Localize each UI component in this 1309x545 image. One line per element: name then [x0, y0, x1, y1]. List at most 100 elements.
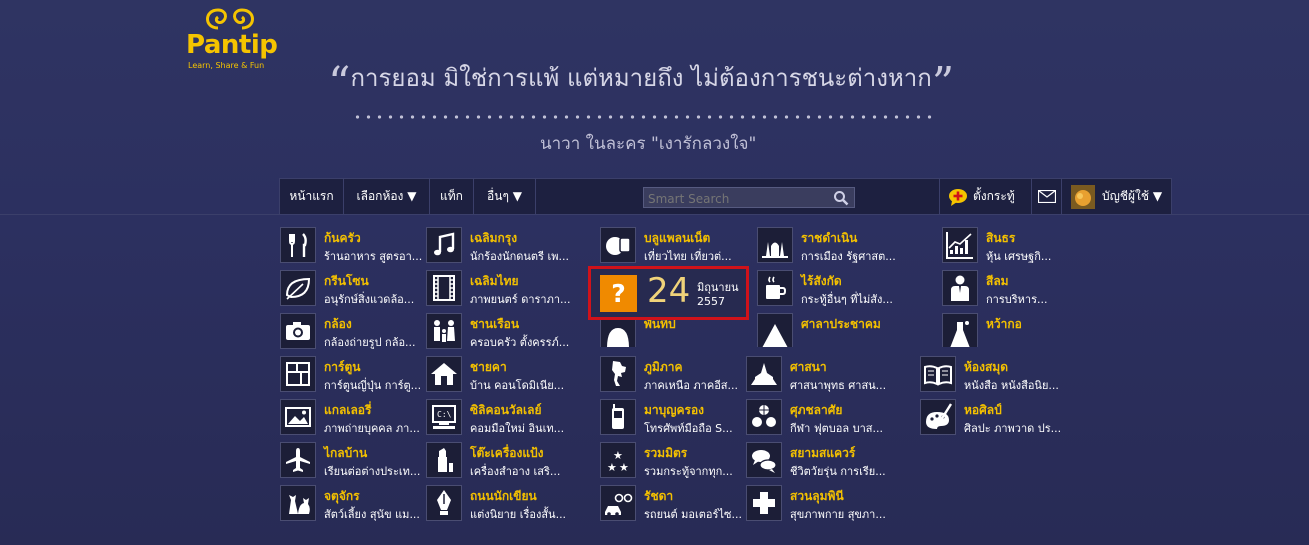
room-ho-sin[interactable]: หอศิลป์ ศิลปะ ภาพวาด ปร...	[920, 399, 1065, 435]
room-thanon-nak-khian[interactable]: ถนนนักเขียน แต่งนิยาย เรื่องสั้น...	[426, 485, 571, 521]
room-blue-planet[interactable]: บลูแพลนเน็ต เที่ยวไทย เที่ยวต่...	[600, 227, 745, 263]
room-ratchadamnoen[interactable]: ราชดำเนิน การเมือง รัฐศาสต...	[757, 227, 902, 263]
room-kon-krua[interactable]: ก้นครัว ร้านอาหาร สูตรอา...	[280, 227, 425, 263]
logo-eyes-icon	[206, 8, 254, 30]
room-ratchada[interactable]: รัชดา รถยนต์ มอเตอร์ไซ...	[600, 485, 745, 521]
room-chatuchak[interactable]: จตุจักร สัตว์เลี้ยง สุนัข แม...	[280, 485, 425, 521]
room-gallery[interactable]: แกลเลอรี่ ภาพถ่ายบุคคล ภา...	[280, 399, 425, 435]
room-name: การ์ตูน	[324, 360, 361, 374]
room-desc: สุขภาพกาย สุขภา...	[790, 508, 886, 521]
house-icon	[426, 356, 462, 392]
nav-tags[interactable]: แท็ก	[430, 179, 474, 214]
room-chaloem-krung[interactable]: เฉลิมกรุง นักร้องนักดนตรี เพ...	[426, 227, 571, 263]
room-desc: ศาสนาพุทธ ศาสน...	[790, 379, 887, 392]
date-day: 24	[647, 271, 691, 311]
room-name: โต๊ะเครื่องแป้ง	[470, 446, 544, 460]
room-chai-kha[interactable]: ชายคา บ้าน คอนโดมิเนีย...	[426, 356, 571, 392]
science-icon	[942, 313, 978, 347]
computer-icon: C:\	[426, 399, 462, 435]
room-sala-prachakhom[interactable]: ศาลาประชาคม	[757, 313, 902, 347]
room-name: ซิลิคอนวัลเลย์	[470, 403, 542, 417]
music-note-icon	[426, 227, 462, 263]
room-ruam-mit[interactable]: ★ ★ ★ รวมมิตร รวมกระทู้จากทุก...	[600, 442, 745, 478]
svg-text:★: ★	[607, 461, 617, 474]
quote-open-mark: “	[328, 58, 351, 109]
room-name: ชานเรือน	[470, 317, 520, 331]
svg-text:C:\: C:\	[437, 410, 452, 419]
room-desc: คอมมือใหม่ อินเท...	[470, 422, 565, 435]
business-man-icon	[942, 270, 978, 306]
nav-messages[interactable]	[1031, 179, 1061, 214]
speech-bubbles-icon	[746, 442, 782, 478]
room-satsana[interactable]: ศาสนา ศาสนาพุทธ ศาสน...	[746, 356, 891, 392]
room-desc: หุ้น เศรษฐกิ...	[986, 250, 1052, 263]
search-icon[interactable]	[833, 190, 849, 206]
avatar	[1071, 185, 1095, 209]
room-name: ห้องสมุด	[964, 360, 1009, 374]
nav-post-topic[interactable]: ตั้งกระทู้	[939, 179, 1031, 214]
room-klai-baan[interactable]: ไกลบ้าน เรียนต่อต่างประเท...	[280, 442, 425, 478]
room-sinthorn[interactable]: สินธร หุ้น เศรษฐกิ...	[942, 227, 1087, 263]
room-desc: กระทู้อื่นๆ ที่ไม่สัง...	[801, 293, 893, 306]
car-bike-icon	[600, 485, 636, 521]
room-to-khrueang-paeng[interactable]: โต๊ะเครื่องแป้ง เครื่องสำอาง เสริ...	[426, 442, 571, 478]
room-desc: กีฬา ฟุตบอล บาส...	[790, 422, 883, 435]
room-name: รวมมิตร	[644, 446, 688, 460]
room-silicon-valley[interactable]: C:\ ซิลิคอนวัลเลย์ คอมมือใหม่ อินเท...	[426, 399, 571, 435]
quote-close-mark: ”	[931, 58, 955, 109]
pavilion-icon	[757, 313, 793, 347]
account-label: บัญชีผู้ใช้ ▼	[1102, 189, 1163, 203]
date-popup[interactable]: ? 24 มิถุนายน 2557	[588, 266, 749, 320]
room-chaloem-thai[interactable]: เฉลิมไทย ภาพยนตร์ ดาราภา...	[426, 270, 571, 306]
sports-balls-icon	[746, 399, 782, 435]
nav-others[interactable]: อื่นๆ ▼	[474, 179, 536, 214]
picture-icon	[280, 399, 316, 435]
room-name: ชายคา	[470, 360, 507, 374]
post-topic-label: ตั้งกระทู้	[973, 189, 1015, 203]
cosmetics-icon	[426, 442, 462, 478]
room-siam-square[interactable]: สยามสแควร์ ชีวิตวัยรุ่น การเรีย...	[746, 442, 891, 478]
room-name: ก้นครัว	[324, 231, 361, 245]
open-book-icon	[920, 356, 956, 392]
room-cartoon[interactable]: การ์ตูน การ์ตูนญี่ปุ่น การ์ตู...	[280, 356, 425, 392]
room-desc: ครอบครัว ตั้งครรภ์...	[470, 336, 570, 349]
room-name: มาบุญครอง	[644, 403, 705, 417]
room-phumiphak[interactable]: ภูมิภาค ภาคเหนือ ภาคอีส...	[600, 356, 745, 392]
room-desc: เรียนต่อต่างประเท...	[324, 465, 421, 478]
smart-search	[643, 187, 855, 209]
room-wa-ko[interactable]: หว้ากอ	[942, 313, 1087, 347]
pantip-logo[interactable]: Pantip Learn, Share & Fun	[186, 6, 296, 70]
room-suan-lumphini[interactable]: สวนลุมพินี สุขภาพกาย สุขภา...	[746, 485, 891, 521]
speech-bubble-icon	[949, 189, 967, 206]
room-name: สีลม	[986, 274, 1009, 288]
room-name: หว้ากอ	[986, 317, 1022, 331]
room-name: สวนลุมพินี	[790, 489, 844, 503]
nav-account[interactable]: บัญชีผู้ใช้ ▼	[1061, 179, 1172, 214]
nav-home[interactable]: หน้าแรก	[280, 179, 344, 214]
stars-icon: ★ ★ ★	[600, 442, 636, 478]
logo-text: Pantip	[186, 30, 278, 60]
democracy-monument-icon	[757, 227, 793, 263]
room-desc: เครื่องสำอาง เสริ...	[470, 465, 561, 478]
nav-choose-room[interactable]: เลือกห้อง ▼	[344, 179, 430, 214]
room-camera[interactable]: กล้อง กล้องถ่ายรูป กล้อ...	[280, 313, 425, 349]
room-chan-ruean[interactable]: ชานเรือน ครอบครัว ตั้งครรภ์...	[426, 313, 571, 349]
room-silom[interactable]: สีลม การบริหาร...	[942, 270, 1087, 306]
medical-cross-icon	[746, 485, 782, 521]
room-desc: โทรศัพท์มือถือ S...	[644, 422, 733, 435]
room-supachalasai[interactable]: ศุภชลาศัย กีฬา ฟุตบอล บาส...	[746, 399, 891, 435]
question-mark-icon: ?	[600, 275, 637, 312]
room-name: ราชดำเนิน	[801, 231, 858, 245]
logo-tagline: Learn, Share & Fun	[188, 61, 265, 70]
room-green-zone[interactable]: กรีนโซน อนุรักษ์สิ่งแวดล้อ...	[280, 270, 425, 306]
room-name: แกลเลอรี่	[324, 403, 372, 417]
room-rai-sangkat[interactable]: ไร้สังกัด กระทู้อื่นๆ ที่ไม่สัง...	[757, 270, 902, 306]
room-desc: รถยนต์ มอเตอร์ไซ...	[644, 508, 742, 521]
room-desc: แต่งนิยาย เรื่องสั้น...	[470, 508, 567, 521]
date-month: มิถุนายน	[697, 281, 739, 294]
room-name: เฉลิมกรุง	[470, 231, 518, 245]
search-input[interactable]	[644, 189, 824, 209]
svg-text:★: ★	[619, 461, 629, 474]
room-hong-samut[interactable]: ห้องสมุด หนังสือ หนังสือนิย...	[920, 356, 1065, 392]
room-mahboonkrong[interactable]: มาบุญครอง โทรศัพท์มือถือ S...	[600, 399, 745, 435]
